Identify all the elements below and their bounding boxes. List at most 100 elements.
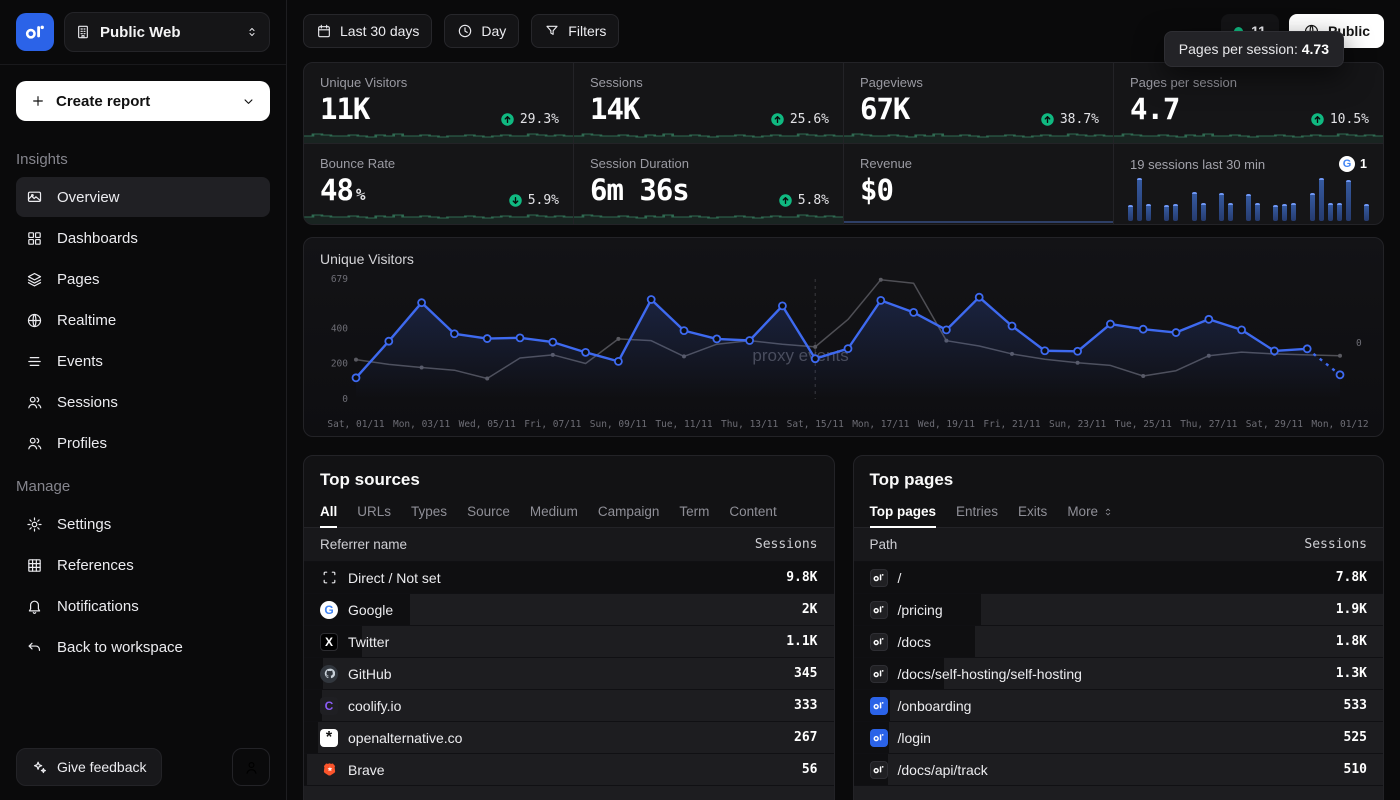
tab-types[interactable]: Types	[411, 498, 447, 527]
row-value: 1.1K	[786, 634, 817, 649]
stat-card-pages-per-session[interactable]: Pages per session 4.7 10.5%	[1114, 63, 1383, 143]
sidebar-item-label: Sessions	[57, 394, 118, 411]
table-row[interactable]: Direct / Not set9.8K	[304, 562, 834, 594]
tab-label: Medium	[530, 504, 578, 519]
sidebar-item-back-to-workspace[interactable]: Back to workspace	[16, 627, 270, 667]
filters-button[interactable]: Filters	[531, 14, 619, 48]
sidebar-item-events[interactable]: Events	[16, 341, 270, 381]
table-row[interactable]	[304, 786, 834, 800]
table-row[interactable]	[854, 786, 1384, 800]
table-row[interactable]: /pricing1.9K	[854, 594, 1384, 626]
stat-card-session-duration[interactable]: Session Duration 6m 36s 5.8%	[574, 144, 843, 224]
interval-label: Day	[481, 23, 506, 39]
realtime-bar	[1173, 204, 1178, 221]
table-row[interactable]: /onboarding533	[854, 690, 1384, 722]
row-value: 333	[794, 698, 817, 713]
tab-more[interactable]: More	[1067, 498, 1114, 527]
row-value: 533	[1344, 698, 1367, 713]
unique-visitors-chart-card: Unique Visitors 6794002000Sat, 01/11Mon,…	[303, 237, 1384, 437]
top-pages-title: Top pages	[854, 456, 1384, 498]
table-row[interactable]: /docs/api/track510	[854, 754, 1384, 786]
stat-card-revenue[interactable]: Revenue $0	[844, 144, 1113, 224]
tab-urls[interactable]: URLs	[357, 498, 391, 527]
row-value: 345	[794, 666, 817, 681]
table-row[interactable]: *openalternative.co267	[304, 722, 834, 754]
stat-change-value: 5.8%	[798, 193, 829, 208]
table-row[interactable]: GitHub345	[304, 658, 834, 690]
tab-all[interactable]: All	[320, 498, 337, 527]
sidebar-item-profiles[interactable]: Profiles	[16, 423, 270, 463]
unique-visitors-line-chart: 6794002000Sat, 01/11Mon, 03/11Wed, 05/11…	[320, 269, 1364, 437]
tab-label: Term	[679, 504, 709, 519]
create-report-button[interactable]: Create report	[16, 81, 270, 121]
stat-card-sessions[interactable]: Sessions 14K 25.6%	[574, 63, 843, 143]
openpanel-logo-icon[interactable]	[16, 13, 54, 51]
stat-label: Pages per session	[1130, 75, 1367, 90]
tab-term[interactable]: Term	[679, 498, 709, 527]
stat-change-value: 5.9%	[528, 193, 559, 208]
realtime-bar	[1219, 193, 1224, 221]
svg-text:679: 679	[331, 274, 348, 285]
sidebar-item-notifications[interactable]: Notifications	[16, 586, 270, 626]
sidebar-item-overview[interactable]: Overview	[16, 177, 270, 217]
sidebar-item-dashboards[interactable]: Dashboards	[16, 218, 270, 258]
table-row[interactable]: XTwitter1.1K	[304, 626, 834, 658]
sidebar-item-sessions[interactable]: Sessions	[16, 382, 270, 422]
workspace-selector[interactable]: Public Web	[64, 12, 270, 52]
tab-campaign[interactable]: Campaign	[598, 498, 660, 527]
row-label: /login	[898, 730, 931, 746]
svg-text:Thu, 27/11: Thu, 27/11	[1180, 419, 1237, 430]
row-value: 510	[1344, 762, 1367, 777]
table-row[interactable]: Brave56	[304, 754, 834, 786]
filters-label: Filters	[568, 23, 606, 39]
globe-icon	[1303, 23, 1320, 40]
table-row[interactable]: /7.8K	[854, 562, 1384, 594]
sidebar-item-label: Pages	[57, 271, 100, 288]
sidebar-item-label: Settings	[57, 516, 111, 533]
stat-change-value: 29.3%	[520, 112, 559, 127]
table-row[interactable]: GGoogle2K	[304, 594, 834, 626]
create-report-label: Create report	[56, 93, 231, 110]
workspace-header: Public Web	[0, 0, 286, 65]
user-menu-button[interactable]	[232, 748, 270, 786]
table-row[interactable]: /docs/self-hosting/self-hosting1.3K	[854, 658, 1384, 690]
svg-text:Wed, 19/11: Wed, 19/11	[918, 419, 975, 430]
sidebar-item-references[interactable]: References	[16, 545, 270, 585]
tab-label: Exits	[1018, 504, 1047, 519]
sidebar-item-settings[interactable]: Settings	[16, 504, 270, 544]
tab-content[interactable]: Content	[729, 498, 776, 527]
tab-source[interactable]: Source	[467, 498, 510, 527]
realtime-bar	[1337, 203, 1342, 221]
tab-entries[interactable]: Entries	[956, 498, 998, 527]
realtime-sessions-card[interactable]: 19 sessions last 30 min G 1	[1114, 144, 1383, 224]
top-sources-title: Top sources	[304, 456, 834, 498]
sidebar-item-label: Overview	[57, 189, 120, 206]
live-visitors-badge[interactable]: 11	[1221, 14, 1279, 48]
stat-card-unique-visitors[interactable]: Unique Visitors 11K 29.3%	[304, 63, 573, 143]
interval-button[interactable]: Day	[444, 14, 519, 48]
stat-card-pageviews[interactable]: Pageviews 67K 38.7%	[844, 63, 1113, 143]
give-feedback-label: Give feedback	[57, 759, 147, 775]
table-row[interactable]: /docs1.8K	[854, 626, 1384, 658]
tab-medium[interactable]: Medium	[530, 498, 578, 527]
give-feedback-button[interactable]: Give feedback	[16, 748, 162, 786]
table-row[interactable]: Ccoolify.io333	[304, 690, 834, 722]
date-range-button[interactable]: Last 30 days	[303, 14, 432, 48]
table-row[interactable]: /login525	[854, 722, 1384, 754]
tab-label: All	[320, 504, 337, 519]
stats-grid: Unique Visitors 11K 29.3% Sessions 14K 2…	[303, 62, 1384, 225]
openpanel-dark-favicon	[870, 601, 888, 619]
sidebar-item-realtime[interactable]: Realtime	[16, 300, 270, 340]
sidebar-item-pages[interactable]: Pages	[16, 259, 270, 299]
public-share-button[interactable]: Public	[1289, 14, 1384, 48]
trend-up-icon	[1040, 112, 1055, 127]
grid-icon	[26, 557, 43, 574]
stat-card-bounce-rate[interactable]: Bounce Rate 48% 5.9%	[304, 144, 573, 224]
top-sources-tabs: All URLs Types Source Medium Campaign Term Cont…	[304, 498, 834, 528]
row-value: 1.9K	[1336, 602, 1367, 617]
stat-label: Unique Visitors	[320, 75, 557, 90]
google-icon: G	[320, 601, 338, 619]
stat-change-value: 38.7%	[1060, 112, 1099, 127]
tab-exits[interactable]: Exits	[1018, 498, 1047, 527]
tab-top-pages[interactable]: Top pages	[870, 498, 937, 527]
